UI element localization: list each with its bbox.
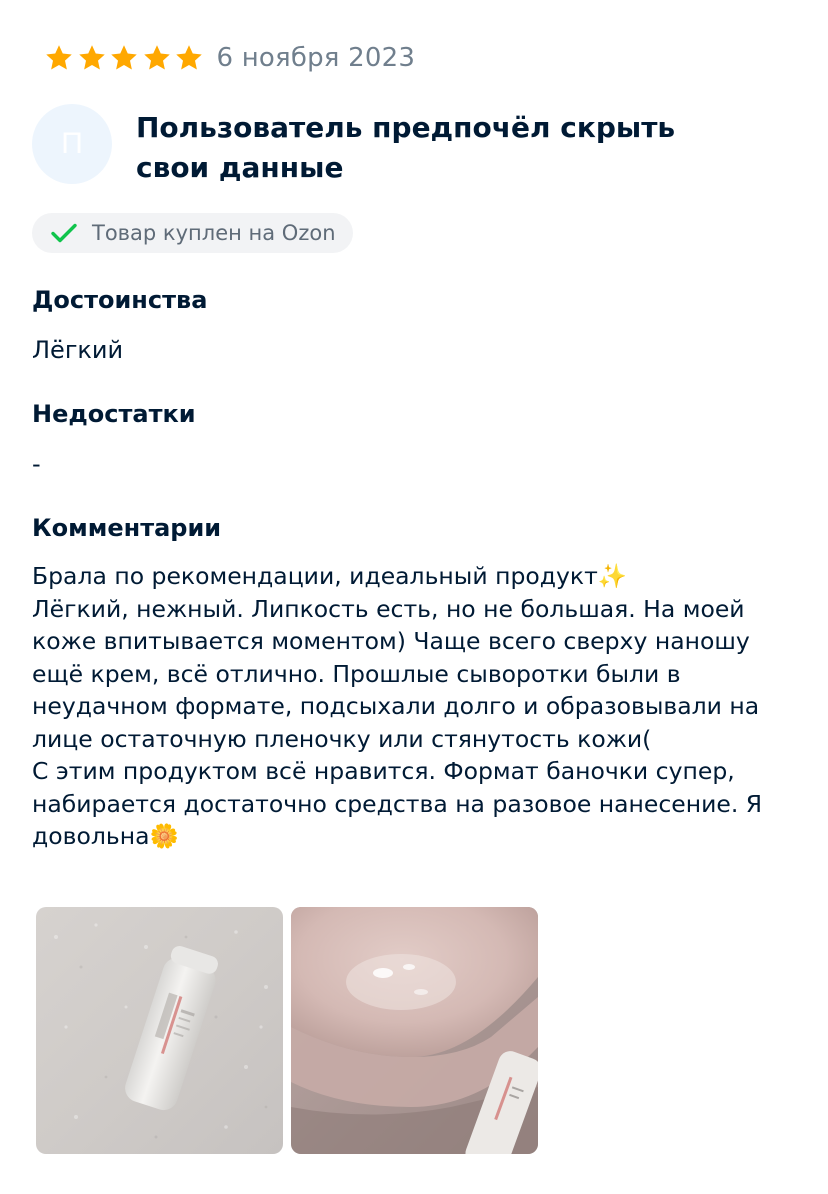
cons-title: Недостатки: [32, 400, 196, 428]
cons-text: -: [32, 450, 41, 478]
star-rating: [44, 43, 207, 73]
check-icon: [51, 223, 77, 243]
review-photos: [36, 907, 546, 1154]
star-icon: [143, 45, 170, 70]
star-icon: [78, 45, 105, 70]
pros-text: Лёгкий: [32, 336, 124, 364]
comment-title: Комментарии: [32, 514, 222, 542]
serum-on-hand-photo: [291, 907, 538, 1154]
review-date: 6 ноября 2023: [216, 43, 416, 73]
star-icon: [111, 45, 137, 70]
comment-section: Комментарии Брала по рекомендации, идеал…: [32, 512, 802, 853]
verified-purchase-badge: Товар куплен на Ozon: [32, 213, 353, 253]
review-photo-1[interactable]: [36, 907, 283, 1154]
review-rating-row: 6 ноября 2023: [44, 38, 415, 78]
pros-title: Достоинства: [32, 286, 208, 314]
cons-section: Недостатки -: [32, 398, 792, 480]
author-name: Пользователь предпочёл скрыть свои данны…: [136, 111, 676, 184]
serum-bottle-photo: [36, 907, 283, 1154]
verified-purchase-text: Товар куплен на Ozon: [92, 221, 336, 245]
review-author: П Пользователь предпочёл скрыть свои дан…: [32, 104, 736, 188]
avatar: П: [32, 104, 112, 184]
pros-section: Достоинства Лёгкий: [32, 284, 792, 366]
review-photo-2[interactable]: [291, 907, 538, 1154]
comment-text: Брала по рекомендации, идеальный продукт…: [32, 562, 763, 850]
star-icon: [176, 45, 202, 70]
star-icon: [46, 45, 72, 70]
